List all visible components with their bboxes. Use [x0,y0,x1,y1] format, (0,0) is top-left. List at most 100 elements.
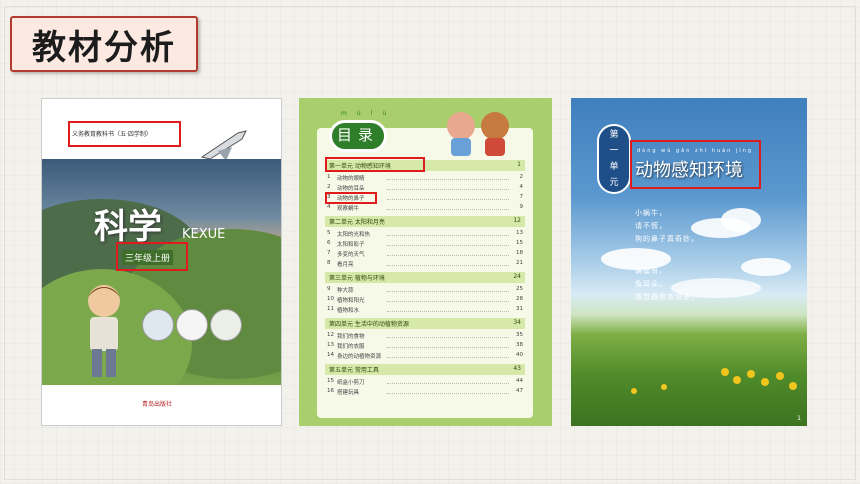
toc-dots [387,347,509,348]
toc-unit-page: 43 [513,365,521,372]
slide-title: 教材分析 [32,27,176,68]
poem-line: 兔耳朵， [635,280,667,288]
toc-lesson-title: 动物的耳朵 [337,186,365,192]
toc-unit-title: 第三单元 植物与环境 [329,275,385,282]
poem-line: 请不慌， [635,222,667,230]
toc-lesson-number: 8 [327,260,331,266]
highlight-unit-title [630,140,761,189]
toc-unit: 第三单元 植物与环境 24 [325,272,525,283]
toc-lesson-page: 4 [519,184,524,190]
poem-line: 蝙蝠哥， [635,267,667,275]
flower [761,378,769,386]
space-shuttle-icon [200,130,247,161]
unit-label-char: 第 [609,130,619,140]
toc-dots [387,383,509,384]
toc-lesson-page: 47 [516,388,523,394]
toc-dots [387,337,509,338]
toc-dots [387,189,509,190]
cloud [741,258,791,276]
toc-dots [387,357,509,358]
toc-lesson-title: 纸盒小剪刀 [337,380,365,386]
toc-lesson-number: 11 [327,306,334,312]
toc-lesson-page: 13 [516,230,523,236]
highlight-lesson3 [325,192,377,204]
flower [789,382,797,390]
toc-lesson-page: 38 [516,342,523,348]
toc-lesson-number: 2 [327,184,331,190]
toc-lesson: 6 太阳和影子 15 [327,240,523,249]
toc-lesson-title: 太阳的光和热 [337,232,371,238]
toc-lesson-number: 7 [327,250,331,256]
toc-lesson: 14 身边的动植物资源 40 [327,352,523,361]
toc-lesson-title: 我们的食物 [337,334,365,340]
unit-label-char: 一 [609,146,619,156]
house-icon [142,309,174,341]
toc-lesson-number: 5 [327,230,331,236]
toc-lesson-page: 7 [519,194,524,200]
toc-unit-page: 1 [517,161,521,168]
cartoon-characters [447,112,509,156]
flower [661,384,667,390]
toc-lesson-title: 种大蒜 [337,288,354,294]
toc-lesson-page: 21 [516,260,523,266]
toc-lesson: 15 纸盒小剪刀 44 [327,378,523,387]
toc-unit-title: 第五单元 常用工具 [329,367,379,374]
toc-lesson-number: 16 [327,388,334,394]
toc-dots [387,245,509,246]
flower [721,368,729,376]
toc-unit-page: 12 [513,217,521,224]
toc-dots [387,209,509,210]
toc-unit-title: 第四单元 生活中的动植物资源 [329,321,409,328]
poem-line: 小蜗牛， [635,209,667,217]
page-number: 1 [797,415,801,422]
toc-lesson: 12 我们的食物 35 [327,332,523,341]
toc-lesson-number: 12 [327,332,334,338]
highlight-unit1 [325,157,425,172]
toc-lesson: 5 太阳的光和热 13 [327,230,523,239]
toc-lesson-page: 18 [516,250,523,256]
flower [733,376,741,384]
toc-lesson-number: 15 [327,378,334,384]
unit-label-char: 元 [609,178,619,188]
cover-title: 科学 [94,207,162,247]
toc-lesson: 9 种大蒜 25 [327,286,523,295]
toc-lesson: 16 搭建玩具 47 [327,388,523,397]
toc-unit-page: 24 [513,273,521,280]
textbook-cover: 义务教育教科书（五·四学制） 科学 KEXUE 三年级上册 青岛出版社 [41,98,282,426]
slide-title-box: 教材分析 [10,16,198,72]
toc-lesson-number: 14 [327,352,334,358]
toc-unit: 第四单元 生活中的动植物资源 34 [325,318,525,329]
highlight-series [68,121,181,147]
toc-unit-page: 34 [513,319,521,326]
toc-unit-title: 第二单元 太阳和月亮 [329,219,385,226]
toc-lesson-title: 太阳和影子 [337,242,365,248]
cover-pinyin: KEXUE [182,227,226,242]
toc-lesson-page: 28 [516,296,523,302]
toc-lesson: 4 观察蜗牛 9 [327,204,523,213]
toc-dots [387,255,509,256]
cloud [721,208,761,232]
toc-unit: 第五单元 常用工具 43 [325,364,525,375]
poem-line: 感觉器官本领多。 [635,293,699,301]
table-of-contents: mùlù 目录 第一单元 动物感知环境 1 1 动物的眼睛 2 2 动物的耳朵 4 3 动物的鼻子… [299,98,552,426]
toc-lesson-page: 2 [519,174,524,180]
toc-lesson-number: 4 [327,204,331,210]
toc-lesson: 7 多变的天气 18 [327,250,523,259]
flower [776,372,784,380]
tools-icon [210,309,242,341]
toc-lesson-title: 植物和阳光 [337,298,365,304]
toc-dots [387,393,509,394]
toc-lesson: 11 植物和水 31 [327,306,523,315]
toc-lesson-title: 观察蜗牛 [337,206,360,212]
flower [747,370,755,378]
toc-lesson-title: 动物的眼睛 [337,176,365,182]
unit-opener-page: 第 一 单 元 dòng wù gǎn zhī huán jìng 动物感知环境… [571,98,807,426]
toc-lesson-page: 35 [516,332,523,338]
toc-dots [387,265,509,266]
toc-dots [387,235,509,236]
toc-lesson-title: 植物和水 [337,308,360,314]
toc-lesson-title: 搭建玩具 [337,390,360,396]
toc-lesson: 8 看月亮 21 [327,260,523,269]
toc-heading: 目录 [337,126,380,144]
toc-dots [387,311,509,312]
